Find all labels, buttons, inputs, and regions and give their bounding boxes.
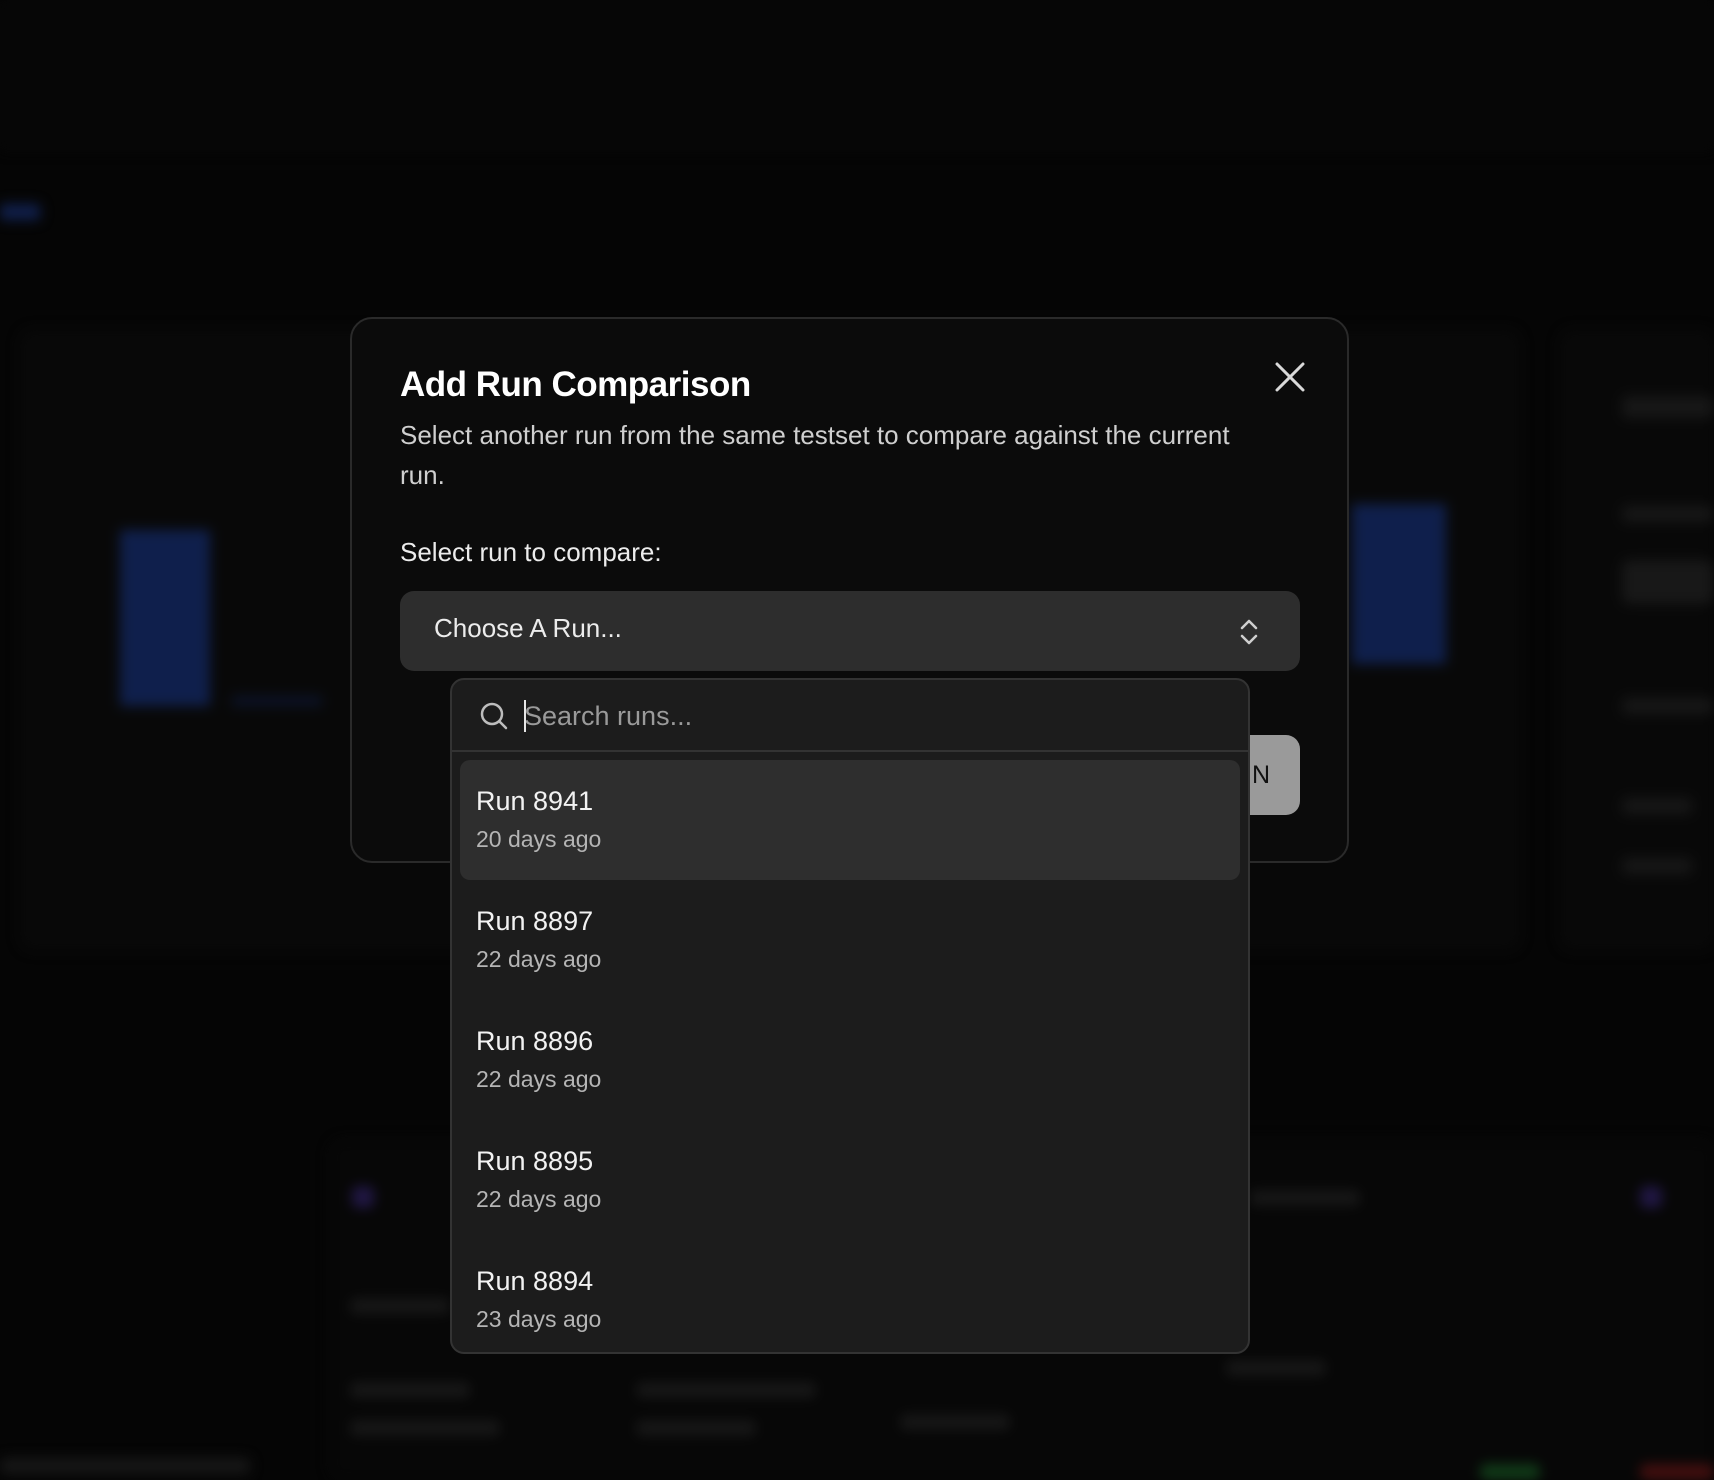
app-stage: Add Run Comparison Select another run fr… bbox=[0, 0, 1714, 1480]
close-icon bbox=[1275, 362, 1305, 392]
run-option-time: 23 days ago bbox=[476, 1306, 602, 1332]
run-option-name: Run 8896 bbox=[476, 1026, 594, 1056]
run-option-name: Run 8894 bbox=[476, 1266, 594, 1296]
search-row bbox=[452, 680, 1248, 752]
run-option-name: Run 8895 bbox=[476, 1146, 594, 1176]
dialog-title: Add Run Comparison bbox=[400, 365, 751, 404]
run-option-name: Run 8897 bbox=[476, 906, 594, 936]
close-button[interactable] bbox=[1268, 355, 1312, 399]
run-list: Run 8941 20 days ago Run 8897 22 days ag… bbox=[460, 760, 1240, 1352]
chevron-up-down-icon bbox=[1240, 619, 1258, 645]
dialog-description: Select another run from the same testset… bbox=[400, 420, 1230, 490]
run-select-trigger[interactable]: Choose A Run... bbox=[400, 591, 1300, 671]
run-select-placeholder: Choose A Run... bbox=[434, 613, 622, 643]
search-runs-input[interactable] bbox=[524, 694, 1204, 738]
run-option-name: Run 8941 bbox=[476, 786, 594, 816]
run-option-time: 22 days ago bbox=[476, 946, 602, 972]
run-option[interactable]: Run 8941 20 days ago bbox=[460, 760, 1240, 880]
run-option[interactable]: Run 8897 22 days ago bbox=[460, 880, 1240, 1000]
select-run-label: Select run to compare: bbox=[400, 537, 662, 567]
run-option[interactable]: Run 8894 23 days ago bbox=[460, 1240, 1240, 1352]
run-option[interactable]: Run 8895 22 days ago bbox=[460, 1120, 1240, 1240]
run-option-time: 22 days ago bbox=[476, 1066, 602, 1092]
run-option-time: 20 days ago bbox=[476, 826, 602, 852]
text-caret bbox=[524, 700, 526, 732]
search-icon bbox=[480, 702, 508, 730]
add-comparison-button-label: N bbox=[1251, 760, 1270, 789]
run-select-dropdown: Run 8941 20 days ago Run 8897 22 days ag… bbox=[450, 678, 1250, 1354]
run-option-time: 22 days ago bbox=[476, 1186, 602, 1212]
run-option[interactable]: Run 8896 22 days ago bbox=[460, 1000, 1240, 1120]
